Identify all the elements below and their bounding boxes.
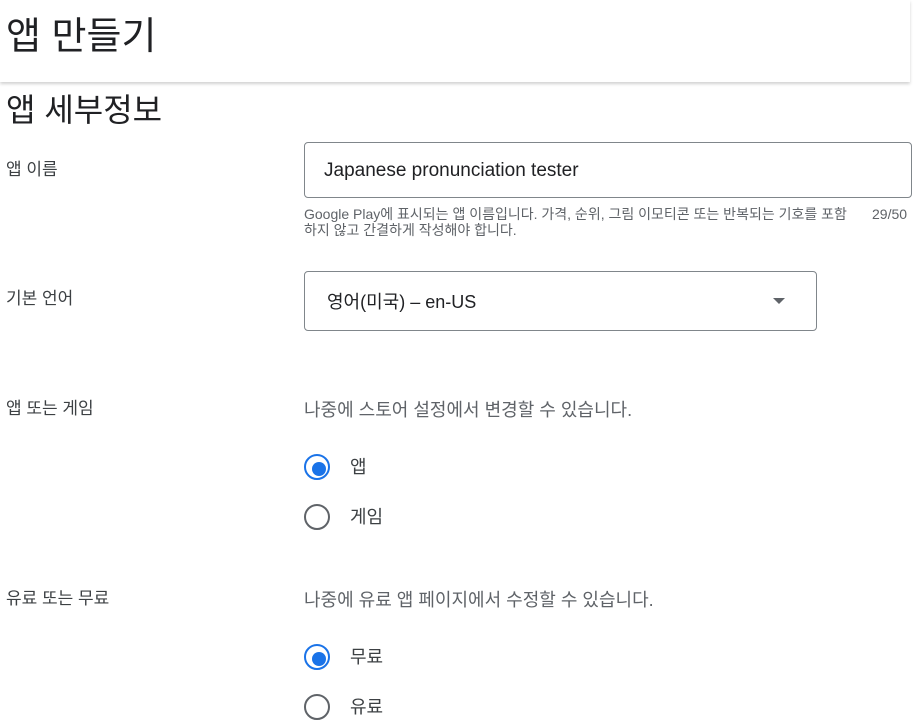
app-name-input[interactable]: Japanese pronunciation tester [304, 142, 912, 198]
radio-free[interactable]: 무료 [304, 644, 604, 672]
radio-app[interactable]: 앱 [304, 454, 604, 482]
radio-game[interactable]: 게임 [304, 504, 604, 532]
app-name-label: 앱 이름 [6, 160, 58, 179]
default-language-label: 기본 언어 [6, 289, 74, 308]
section-title: 앱 세부정보 [6, 92, 163, 128]
app-or-game-label: 앱 또는 게임 [6, 399, 94, 418]
radio-checked-icon [304, 644, 330, 670]
app-name-helper-text: Google Play에 표시되는 앱 이름입니다. 가격, 순위, 그림 이모… [304, 206, 847, 238]
radio-unchecked-icon [304, 504, 330, 530]
app-or-game-hint: 나중에 스토어 설정에서 변경할 수 있습니다. [304, 400, 633, 420]
default-language-value: 영어(미국) – en-US [327, 292, 477, 312]
dropdown-arrow-icon [773, 298, 785, 304]
app-name-value: Japanese pronunciation tester [324, 160, 579, 181]
create-app-page: 앱 만들기 앱 세부정보 앱 이름 Japanese pronunciation… [0, 0, 919, 724]
app-name-char-counter: 29/50 [872, 206, 908, 222]
radio-paid-label: 유료 [350, 697, 384, 717]
free-or-paid-label: 유료 또는 무료 [6, 589, 110, 608]
radio-checked-icon [304, 454, 330, 480]
page-title: 앱 만들기 [6, 16, 157, 58]
radio-game-label: 게임 [350, 507, 384, 527]
radio-app-label: 앱 [350, 457, 367, 477]
default-language-select[interactable]: 영어(미국) – en-US [304, 271, 817, 331]
free-or-paid-hint: 나중에 유료 앱 페이지에서 수정할 수 있습니다. [304, 590, 654, 610]
radio-unchecked-icon [304, 694, 330, 720]
radio-paid[interactable]: 유료 [304, 694, 604, 722]
top-app-bar: 앱 만들기 [0, 0, 910, 82]
radio-free-label: 무료 [350, 647, 384, 667]
